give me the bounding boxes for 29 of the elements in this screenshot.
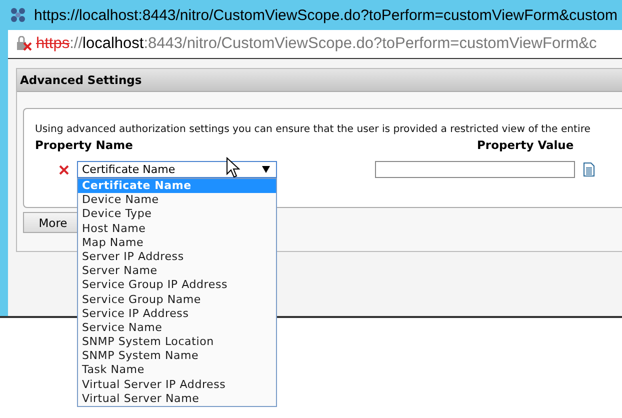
dropdown-option[interactable]: Device Name: [78, 193, 276, 208]
panel-header: Advanced Settings: [17, 69, 622, 92]
dropdown-option[interactable]: Task Name: [78, 363, 276, 378]
dropdown-option[interactable]: SNMP System Location: [78, 335, 276, 350]
dropdown-option[interactable]: Server Name: [78, 264, 276, 278]
document-icon[interactable]: [583, 162, 595, 177]
dropdown-option[interactable]: Virtual Server IP Address: [78, 378, 276, 392]
property-value-field[interactable]: [375, 161, 575, 178]
url-scheme: https: [36, 35, 70, 53]
column-header: Property Name: [35, 138, 134, 152]
column-header: Property Value: [477, 138, 574, 152]
window-title: https://localhost:8443/nitro/CustomViewScope.do?toPerform=customViewForm&custom: [34, 6, 618, 24]
url-separator: ://: [70, 35, 83, 53]
dropdown-option[interactable]: Server IP Address: [78, 250, 276, 264]
broken-lock-icon: [16, 36, 34, 52]
dropdown-option[interactable]: Service IP Address: [78, 306, 276, 321]
dropdown-option[interactable]: Map Name: [78, 236, 276, 250]
description-text: Using advanced authorization settings you can ensure that the user is provided a restricted view of the entire: [35, 124, 592, 135]
dropdown-option[interactable]: Service Name: [78, 320, 276, 336]
app-icon: [10, 7, 26, 23]
property-dropdown[interactable]: Certificate Name: [77, 161, 277, 178]
url-path: :8443/nitro/CustomViewScope.do?toPerform=customViewForm&c: [144, 35, 597, 53]
dropdown-option[interactable]: Virtual Server Name: [78, 392, 276, 406]
url-host: localhost: [82, 35, 144, 53]
delete-icon[interactable]: [59, 164, 69, 174]
dropdown-option[interactable]: Service Group Name: [78, 292, 276, 307]
address-bar[interactable]: https://localhost:8443/nitro/CustomViewScope.do?toPerform=customViewForm&c: [8, 30, 622, 59]
dropdown-option[interactable]: Service Group IP Address: [78, 278, 276, 292]
dropdown-option[interactable]: SNMP System Name: [78, 349, 276, 364]
